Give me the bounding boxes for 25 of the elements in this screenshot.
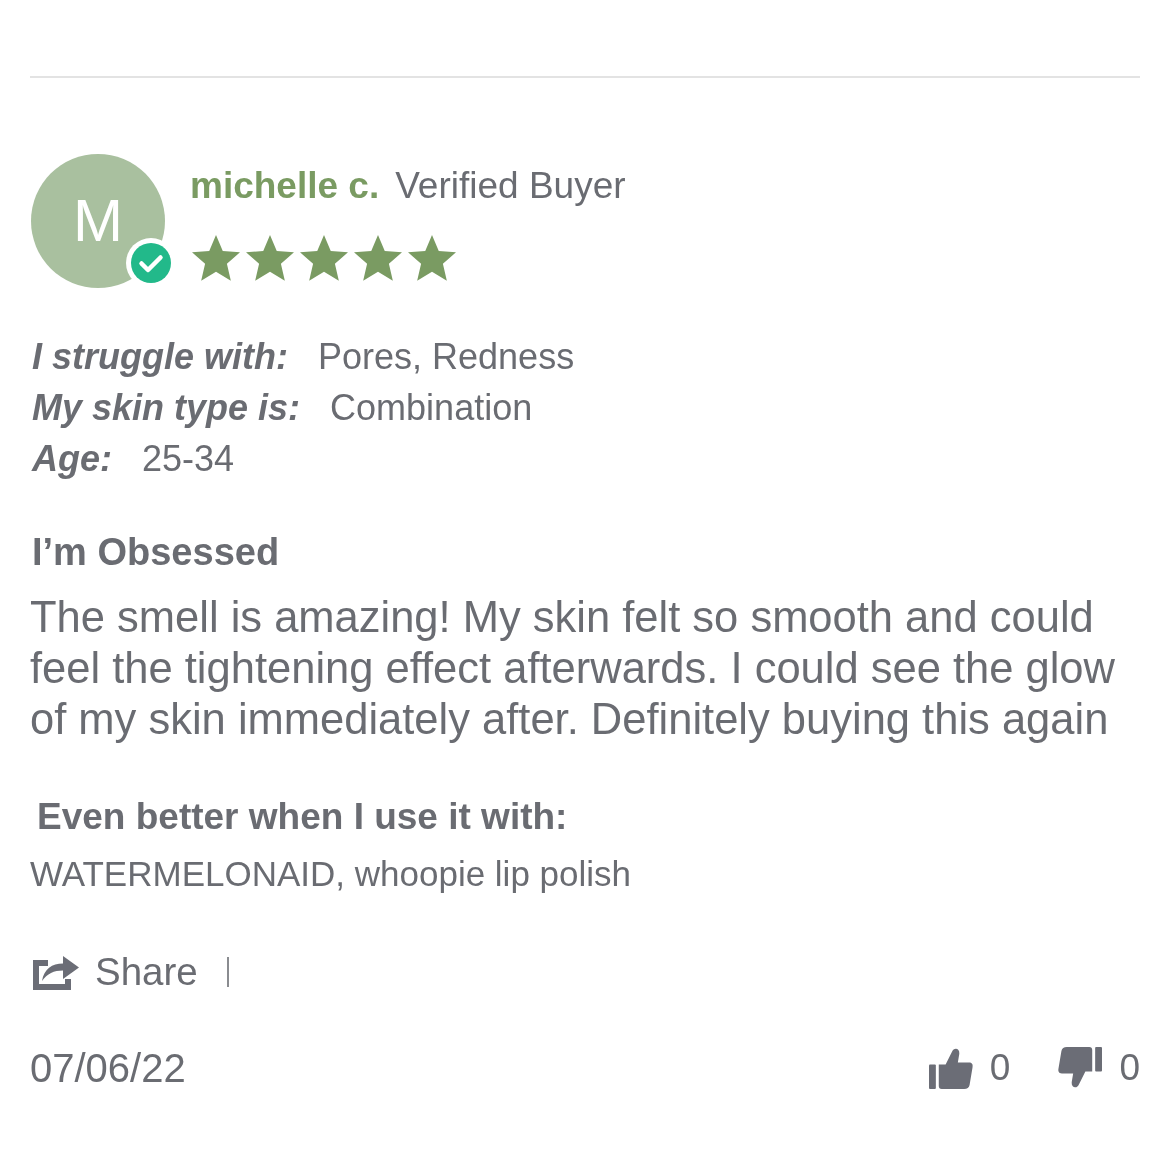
star-icon: [246, 234, 294, 282]
star-icon: [408, 234, 456, 282]
attribute-value: Pores, Redness: [318, 335, 575, 379]
attribute-value: 25-34: [142, 437, 235, 481]
attribute-value: Combination: [330, 386, 533, 430]
thumbs-up-vote-button[interactable]: 0: [928, 1040, 1011, 1093]
thumbs-up-icon: [928, 1046, 973, 1090]
thumbs-down-vote-button[interactable]: 0: [1058, 1040, 1140, 1093]
thumbs-down-icon: [1058, 1046, 1103, 1090]
paired-products: WATERMELONAID, whoopie lip polish: [30, 853, 633, 895]
verified-buyer-label: Verified Buyer: [395, 164, 626, 209]
share-icon: [33, 954, 79, 990]
review-date: 07/06/22: [30, 1045, 186, 1092]
review-text: The smell is amazing! My skin felt so smooth and could feel the tightening effect afterwards. I could see the glow of my skin immediately after. Definitely buying this again: [30, 592, 1116, 745]
attribute-label: I struggle with:: [32, 335, 288, 379]
star-icon: [354, 234, 402, 282]
star-icon: [192, 234, 240, 282]
attribute-label: My skin type is:: [32, 386, 301, 430]
attribute-label: Age:: [32, 437, 112, 481]
reviewer-name: michelle c.: [190, 164, 380, 209]
share-button[interactable]: Share: [33, 943, 198, 1001]
star-icon: [300, 234, 348, 282]
avatar: M: [31, 154, 165, 288]
pairing-heading: Even better when I use it with:: [37, 795, 569, 839]
review-title: I’m Obsessed: [32, 530, 281, 575]
